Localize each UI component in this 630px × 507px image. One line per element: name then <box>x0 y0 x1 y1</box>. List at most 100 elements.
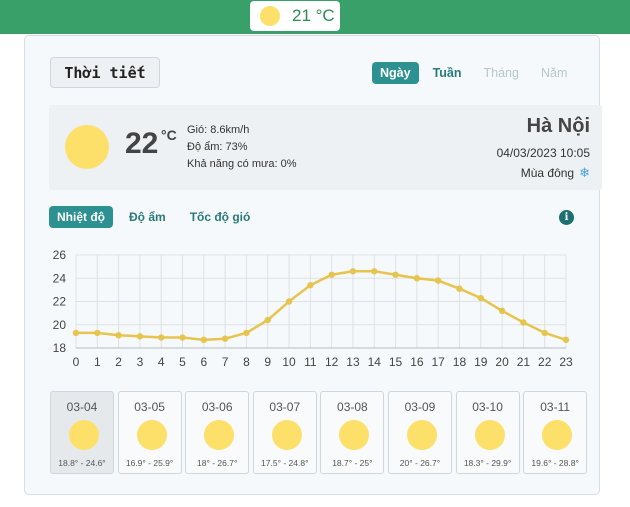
x-tick-label: 17 <box>431 355 445 369</box>
temperature-point <box>541 329 548 337</box>
current-weather-panel: 22 °C Gió: 8.6km/h Độ ẩm: 73% Khả năng c… <box>49 105 602 190</box>
tab-humidity[interactable]: Độ ẩm <box>121 206 174 228</box>
y-tick-label: 24 <box>53 271 67 285</box>
temperature-series-line <box>76 270 567 342</box>
forecast-list: 03-04 18.8° - 24.6° 03-05 16.9° - 25.9° 03-0… <box>50 391 591 474</box>
forecast-day-card[interactable]: 03-07 17.5° - 24.8° <box>252 391 317 474</box>
temperature-point <box>179 334 186 341</box>
temperature-point <box>136 333 144 340</box>
season-label: Mùa đông <box>520 166 575 180</box>
x-tick-label: 7 <box>222 355 229 369</box>
sun-icon <box>542 420 573 450</box>
forecast-date: 03-10 <box>472 400 503 414</box>
forecast-date: 03-11 <box>540 400 571 414</box>
metric-tabs: Nhiệt độ Độ ẩm Tốc độ gió <box>49 206 266 228</box>
current-temp: 22 <box>125 127 159 160</box>
forecast-temp-range: 18.3° - 29.9° <box>463 458 512 468</box>
forecast-day-card[interactable]: 03-04 18.8° - 24.6° <box>50 391 114 474</box>
sun-icon <box>65 125 109 169</box>
x-tick-label: 9 <box>264 355 271 369</box>
weather-card: Thời tiết Ngày Tuần Tháng Năm 22 °C Gió:… <box>24 35 602 495</box>
snowflake-icon: ❄ <box>579 165 590 180</box>
temperature-point <box>498 307 506 314</box>
forecast-temp-range: 18.8° - 24.6° <box>58 458 106 468</box>
sun-icon <box>406 420 437 450</box>
x-tick-label: 19 <box>474 355 488 369</box>
x-tick-label: 22 <box>538 355 552 369</box>
forecast-temp-range: 19.6° - 28.8° <box>531 458 579 468</box>
header-temp: 21 °C <box>292 6 335 25</box>
x-tick-label: 10 <box>282 355 296 369</box>
y-tick-label: 22 <box>53 295 67 309</box>
temperature-point <box>243 329 250 337</box>
weather-details: Gió: 8.6km/h Độ ẩm: 73% Khả năng có mưa:… <box>187 122 296 173</box>
tab-month[interactable]: Tháng <box>476 62 527 84</box>
temperature-chart: 18202224260 1 2 3 4 5 6 7 8 9 10 11 12 13 14 15 16 17 18 19… <box>53 248 573 369</box>
x-tick-label: 5 <box>179 355 186 369</box>
forecast-day-card[interactable]: 03-11 19.6° - 28.8° <box>523 391 588 474</box>
forecast-temp-range: 20° - 26.7° <box>399 458 441 468</box>
date-time: 04/03/2023 10:05 <box>496 146 590 160</box>
wind-speed: Gió: 8.6km/h <box>187 124 250 136</box>
tab-day[interactable]: Ngày <box>372 62 419 84</box>
current-temp-pill[interactable]: 21 °C <box>250 1 340 31</box>
y-tick-label: 18 <box>53 341 67 355</box>
tab-wind-speed[interactable]: Tốc độ gió <box>182 206 259 228</box>
forecast-day-card[interactable]: 03-05 16.9° - 25.9° <box>117 391 182 474</box>
forecast-temp-range: 16.9° - 25.9° <box>125 458 174 468</box>
temperature-point <box>307 282 314 289</box>
temperature-point <box>562 336 570 344</box>
tab-temperature[interactable]: Nhiệt độ <box>49 206 113 228</box>
sun-icon <box>69 420 99 450</box>
x-tick-label: 1 <box>94 355 101 369</box>
forecast-date: 03-05 <box>134 400 165 414</box>
temperature-point <box>72 329 80 337</box>
temperature-point <box>285 298 293 305</box>
tab-week[interactable]: Tuần <box>425 62 470 84</box>
info-icon[interactable]: i <box>559 210 574 225</box>
city-name: Hà Nội <box>526 115 590 137</box>
temperature-point <box>115 332 122 339</box>
tab-year[interactable]: Năm <box>533 62 575 84</box>
y-tick-label: 26 <box>53 248 67 262</box>
sun-icon <box>474 420 505 450</box>
temperature-point <box>477 294 484 302</box>
x-tick-label: 13 <box>346 355 360 369</box>
sun-icon <box>204 420 235 450</box>
rain-chance: Khả năng có mưa: 0% <box>187 158 297 170</box>
sun-icon <box>339 420 370 450</box>
x-tick-label: 21 <box>517 355 531 369</box>
forecast-date: 03-09 <box>404 400 436 414</box>
top-bar: 21 °C <box>0 0 630 34</box>
y-tick-label: 20 <box>53 318 67 332</box>
humidity: Độ ẩm: 73% <box>187 141 248 153</box>
temperature-point <box>328 271 335 278</box>
temperature-point <box>200 336 208 344</box>
forecast-day-card[interactable]: 03-06 18° - 26.7° <box>185 391 250 474</box>
temperature-point <box>413 275 421 282</box>
forecast-temp-range: 18° - 26.7° <box>197 458 238 468</box>
period-tabs: Ngày Tuần Tháng Năm <box>372 62 581 84</box>
forecast-date: 03-04 <box>66 400 98 414</box>
forecast-day-card[interactable]: 03-08 18.7° - 25° <box>320 391 385 474</box>
x-tick-label: 2 <box>115 355 122 369</box>
forecast-date: 03-07 <box>269 400 301 414</box>
x-tick-label: 0 <box>73 355 80 369</box>
temperature-point <box>158 334 165 341</box>
forecast-day-card[interactable]: 03-09 20° - 26.7° <box>387 391 452 474</box>
sun-icon <box>271 420 302 450</box>
x-tick-label: 6 <box>200 355 207 369</box>
x-tick-label: 14 <box>368 355 382 369</box>
weather-title-button[interactable]: Thời tiết <box>50 57 160 88</box>
forecast-date: 03-06 <box>201 400 233 414</box>
temp-unit: °C <box>161 127 177 143</box>
x-tick-label: 15 <box>389 355 403 369</box>
sun-icon <box>136 420 167 450</box>
forecast-temp-range: 17.5° - 24.8° <box>261 458 309 468</box>
temperature-point <box>94 329 101 337</box>
forecast-date: 03-08 <box>337 400 368 414</box>
forecast-day-card[interactable]: 03-10 18.3° - 29.9° <box>455 391 520 474</box>
temperature-point <box>371 268 378 275</box>
temperature-point <box>520 319 527 326</box>
temperature-point <box>349 268 357 275</box>
